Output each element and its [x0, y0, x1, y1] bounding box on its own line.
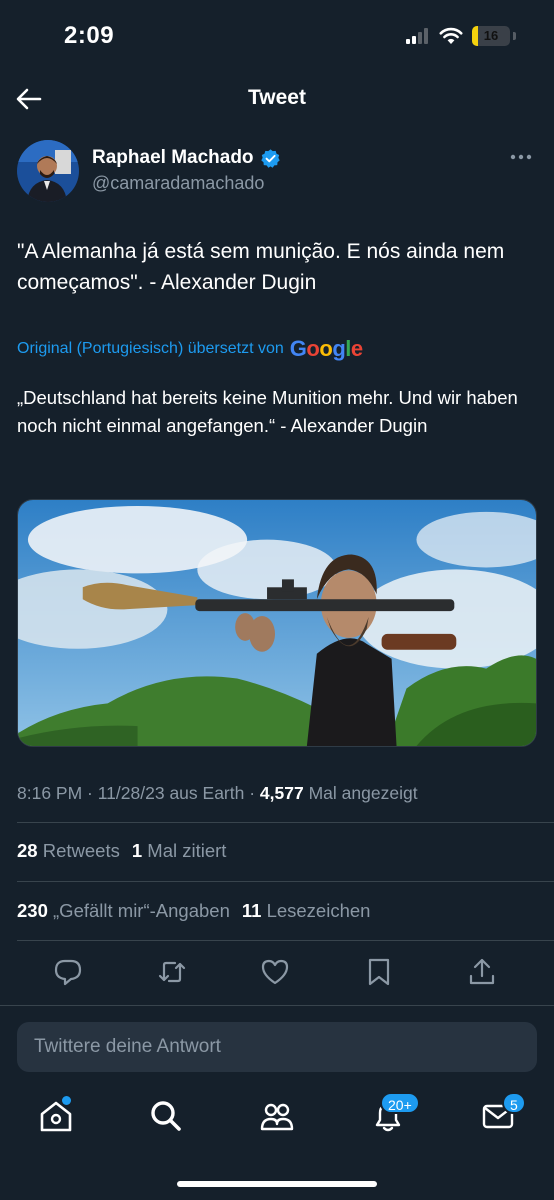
battery-percent: 16 — [483, 28, 499, 43]
quotes-stat[interactable]: 1 Mal zitiert — [132, 840, 227, 861]
tab-notifications[interactable]: 20+ — [368, 1092, 420, 1136]
status-bar: 2:09 16 — [0, 0, 554, 76]
bookmarks-stat[interactable]: 11 Lesezeichen — [242, 900, 371, 921]
view-count-label: Mal angezeigt — [308, 783, 418, 803]
cellular-signal-icon — [406, 28, 428, 44]
search-icon — [151, 1101, 181, 1131]
verified-badge-icon — [260, 148, 280, 168]
tab-messages[interactable]: 5 — [478, 1092, 526, 1136]
battery-icon: 16 — [472, 26, 510, 46]
page-title: Tweet — [248, 86, 306, 109]
tweet-text: "A Alemanha já está sem munição. E nós a… — [17, 240, 505, 294]
translation-note[interactable]: Original (Portugiesisch) übersetzt von G… — [17, 338, 363, 360]
divider — [17, 881, 554, 882]
tab-home[interactable] — [36, 1096, 76, 1136]
bookmarks-label: Lesezeichen — [266, 900, 371, 921]
divider — [17, 822, 554, 823]
communities-icon — [260, 1103, 294, 1131]
author-handle[interactable]: @camaradamachado — [92, 173, 264, 194]
tab-communities[interactable] — [257, 1096, 297, 1136]
tab-search[interactable] — [146, 1096, 186, 1136]
likes-stat[interactable]: 230 „Gefällt mir“-Angaben — [17, 900, 230, 921]
stats-likes-row: 230 „Gefällt mir“-Angaben 11 Lesezeichen — [17, 900, 370, 922]
tweet-date: 11/28/23 — [97, 783, 165, 803]
quotes-count: 1 — [131, 840, 143, 861]
tweet-author: Raphael Machado @camaradamachado — [17, 140, 537, 204]
home-indicator — [177, 1181, 377, 1187]
bookmark-icon[interactable] — [363, 956, 395, 988]
status-time: 2:09 — [64, 22, 115, 49]
share-icon[interactable] — [466, 956, 498, 988]
likes-label: „Gefällt mir“-Angaben — [53, 900, 230, 921]
retweets-count: 28 — [17, 840, 38, 861]
tweet-actions — [0, 948, 554, 996]
translated-text: „Deutschland hat bereits keine Munition … — [17, 387, 518, 436]
reply-input[interactable] — [17, 1022, 537, 1072]
translation-note-label: Original (Portugiesisch) übersetzt von — [17, 340, 284, 357]
avatar[interactable] — [17, 140, 79, 202]
tweet-time: 8:16 PM — [17, 783, 83, 803]
retweet-icon[interactable] — [156, 956, 188, 988]
bookmarks-count: 11 — [241, 900, 262, 921]
likes-count: 230 — [17, 900, 48, 921]
divider — [17, 940, 554, 941]
battery-tip — [513, 32, 516, 40]
author-name[interactable]: Raphael Machado — [92, 147, 254, 169]
like-icon[interactable] — [259, 956, 291, 988]
tweet-meta: 8:16 PM · 11/28/23 aus Earth · 4,577 Mal… — [17, 783, 418, 803]
status-icons: 16 — [406, 26, 516, 46]
notifications-badge: 20+ — [380, 1092, 420, 1114]
author-name-row: Raphael Machado — [92, 147, 281, 169]
reply-icon[interactable] — [52, 956, 84, 988]
home-unread-dot — [62, 1096, 71, 1105]
view-count: 4,577 — [259, 783, 304, 803]
retweets-stat[interactable]: 28 Retweets — [17, 840, 120, 861]
tweet-header: Tweet — [0, 76, 554, 122]
divider — [0, 1005, 554, 1006]
bottom-tab-bar: 20+ 5 — [0, 1086, 554, 1150]
retweets-label: Retweets — [42, 840, 120, 861]
tweet-image[interactable] — [17, 499, 537, 747]
messages-badge: 5 — [502, 1092, 526, 1114]
more-icon[interactable] — [509, 152, 533, 162]
quotes-label: Mal zitiert — [147, 840, 227, 861]
stats-retweets-row: 28 Retweets 1 Mal zitiert — [17, 840, 226, 862]
google-logo: Google — [289, 336, 363, 361]
wifi-icon — [439, 27, 463, 44]
tweet-source: aus Earth — [169, 783, 245, 803]
